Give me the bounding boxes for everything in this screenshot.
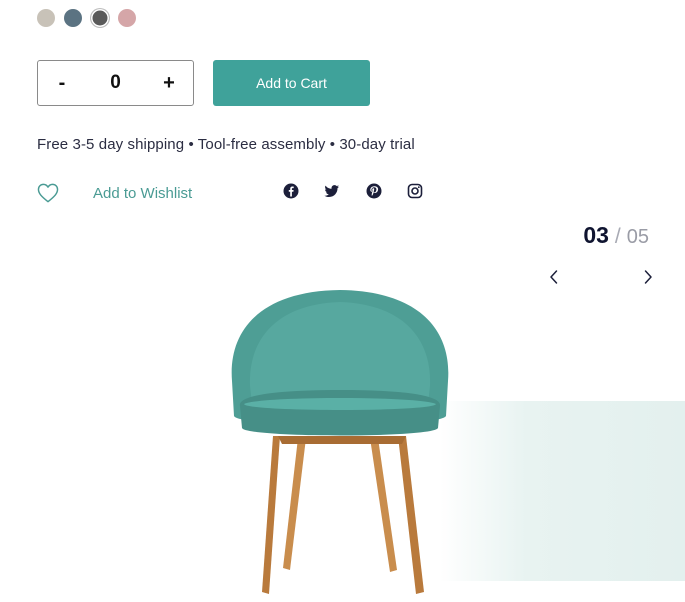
swatch-charcoal[interactable] bbox=[91, 9, 109, 27]
quantity-value[interactable]: 0 bbox=[110, 72, 121, 94]
add-to-wishlist-link[interactable]: Add to Wishlist bbox=[93, 185, 192, 202]
chevron-left-icon[interactable] bbox=[547, 268, 561, 286]
product-image-chair bbox=[220, 286, 460, 596]
slide-current: 03 bbox=[583, 222, 609, 248]
shipping-info: Free 3-5 day shipping • Tool-free assemb… bbox=[37, 136, 415, 153]
quantity-stepper: - 0 + bbox=[37, 60, 194, 106]
quantity-increment-button[interactable]: + bbox=[145, 61, 193, 105]
slide-counter: 03 / 05 bbox=[583, 222, 649, 249]
quantity-decrement-button[interactable]: - bbox=[38, 61, 86, 105]
pinterest-icon[interactable] bbox=[366, 183, 382, 199]
color-swatches bbox=[37, 9, 136, 27]
slide-separator: / bbox=[614, 225, 621, 248]
slide-total: 05 bbox=[626, 226, 649, 248]
facebook-icon[interactable] bbox=[283, 183, 299, 199]
heart-icon[interactable] bbox=[37, 183, 59, 203]
product-background-panel bbox=[440, 401, 685, 581]
swatch-beige[interactable] bbox=[37, 9, 55, 27]
instagram-icon[interactable] bbox=[407, 183, 423, 199]
swatch-slate-blue[interactable] bbox=[64, 9, 82, 27]
add-to-cart-button[interactable]: Add to Cart bbox=[213, 60, 370, 106]
twitter-icon[interactable] bbox=[324, 183, 340, 199]
swatch-pink[interactable] bbox=[118, 9, 136, 27]
chevron-right-icon[interactable] bbox=[641, 268, 655, 286]
